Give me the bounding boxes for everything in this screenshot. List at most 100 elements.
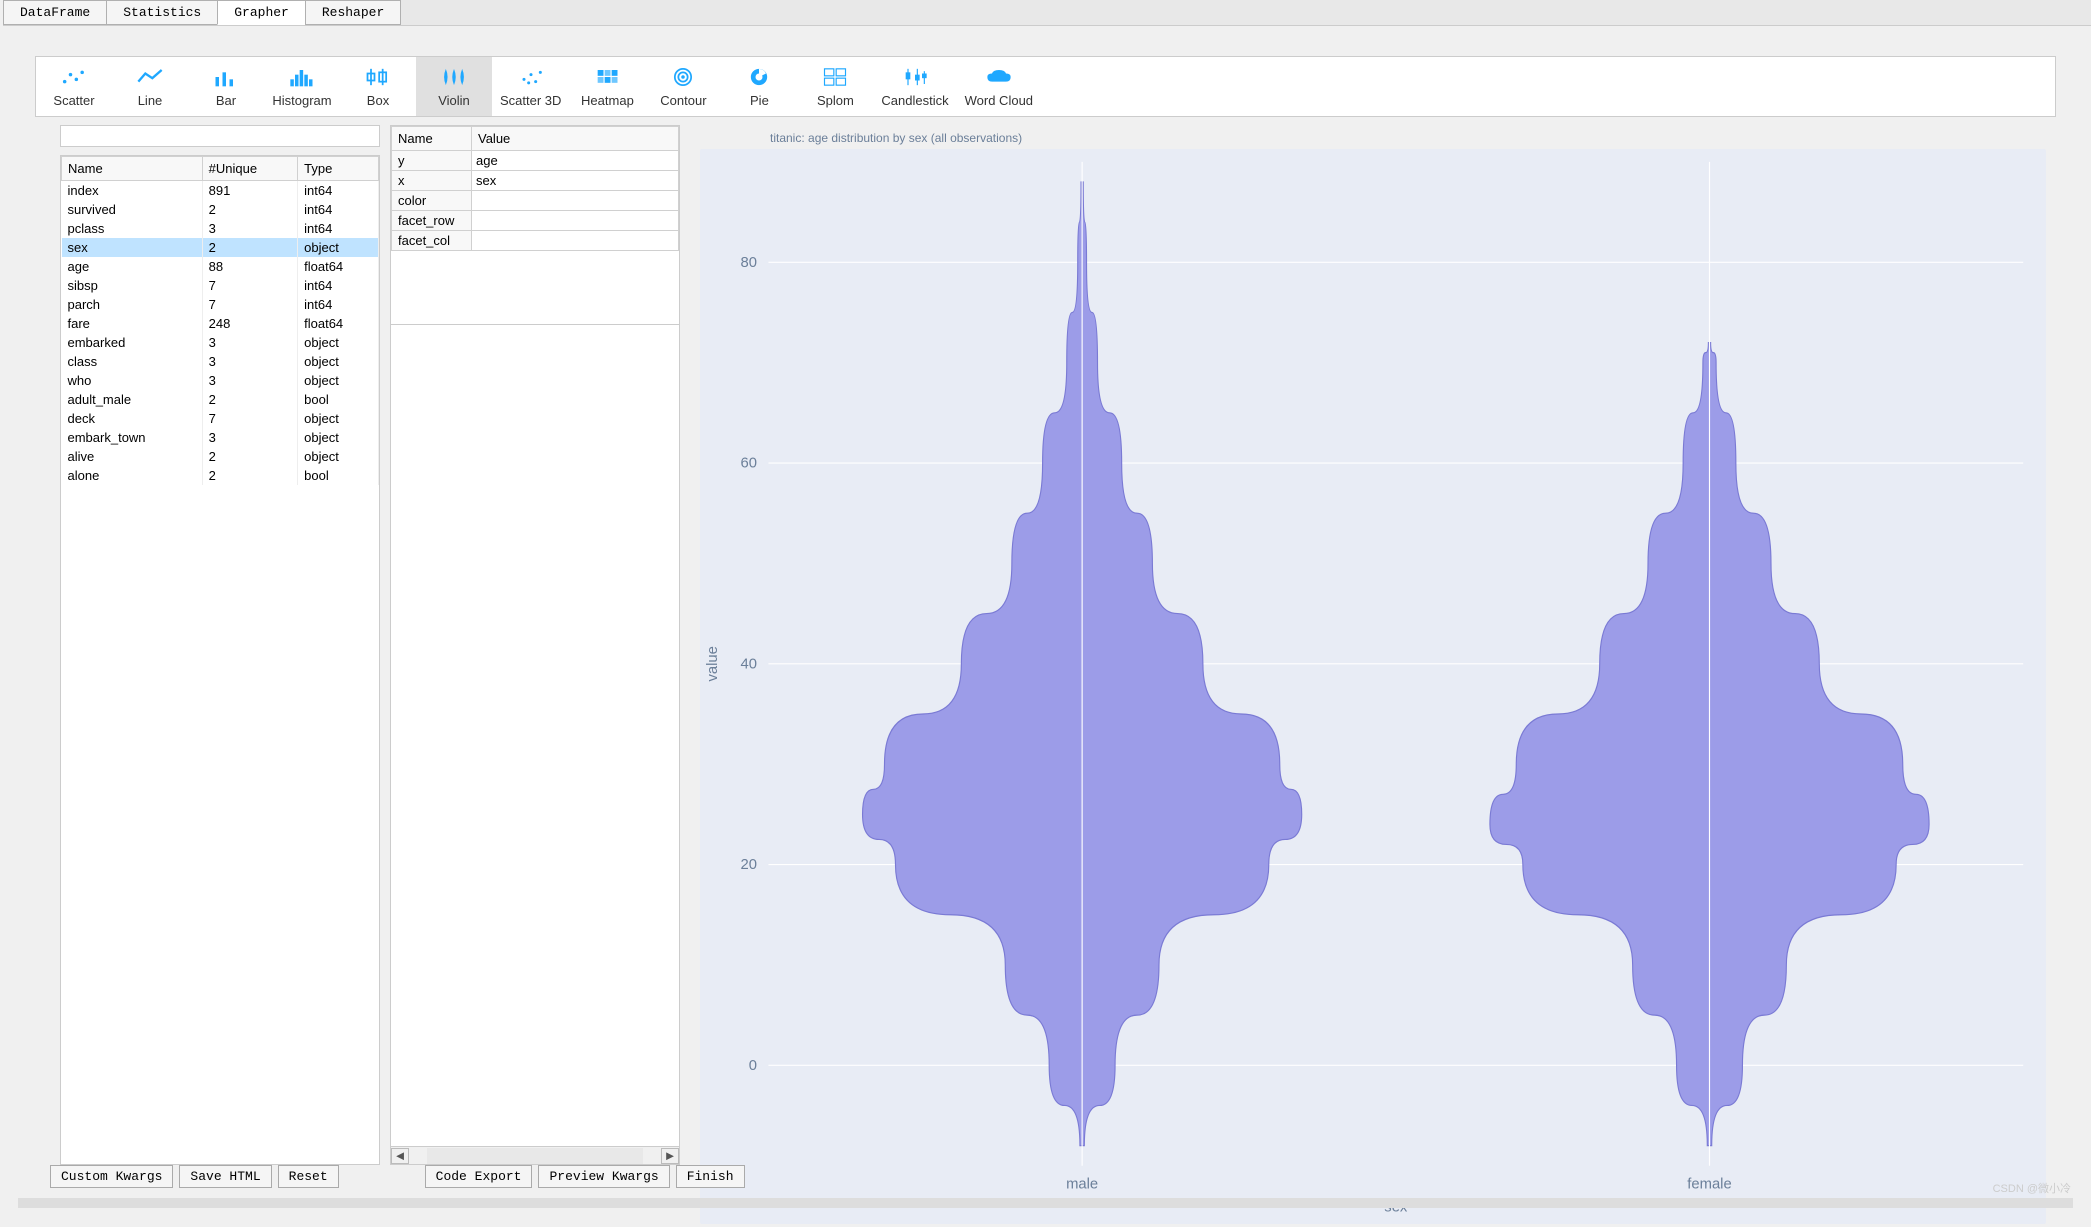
param-name-cell: facet_col: [392, 231, 472, 251]
column-search-input[interactable]: [60, 125, 380, 147]
column-cell: class: [62, 352, 203, 371]
main-tabs-bar: DataFrameStatisticsGrapherReshaper: [3, 0, 2091, 26]
custom-kwargs-button[interactable]: Custom Kwargs: [50, 1165, 173, 1188]
param-row-x: x: [392, 171, 679, 191]
column-cell: sibsp: [62, 276, 203, 295]
window-bottom-scrollbar[interactable]: [18, 1198, 2073, 1208]
chart-type-label: Pie: [750, 93, 769, 108]
param-row-color: color: [392, 191, 679, 211]
chart-type-bar[interactable]: Bar: [188, 57, 264, 116]
heatmap-icon: [587, 65, 627, 89]
column-header[interactable]: #Unique: [202, 157, 297, 181]
code-export-button[interactable]: Code Export: [425, 1165, 533, 1188]
column-cell: int64: [298, 200, 379, 219]
chart-type-histogram[interactable]: Histogram: [264, 57, 340, 116]
column-row-survived[interactable]: survived2int64: [62, 200, 379, 219]
violin-chart-svg: 020406080valuemalefemalesex: [700, 149, 2046, 1224]
column-cell: alone: [62, 466, 203, 485]
param-value-input-y[interactable]: [472, 151, 678, 170]
chart-type-pie[interactable]: Pie: [721, 57, 797, 116]
column-cell: object: [298, 409, 379, 428]
word-cloud-icon: [979, 65, 1019, 89]
column-row-adult_male[interactable]: adult_male2bool: [62, 390, 379, 409]
main-tab-statistics[interactable]: Statistics: [106, 0, 218, 25]
column-cell: 3: [202, 219, 297, 238]
chart-type-label: Contour: [660, 93, 706, 108]
main-tab-dataframe[interactable]: DataFrame: [3, 0, 107, 25]
svg-text:value: value: [705, 646, 721, 681]
chart-type-label: Line: [138, 93, 163, 108]
column-cell: fare: [62, 314, 203, 333]
column-cell: 248: [202, 314, 297, 333]
column-cell: embarked: [62, 333, 203, 352]
svg-text:0: 0: [749, 1058, 757, 1074]
column-row-embark_town[interactable]: embark_town3object: [62, 428, 379, 447]
finish-button[interactable]: Finish: [676, 1165, 745, 1188]
chart-type-scatter-3d[interactable]: Scatter 3D: [492, 57, 569, 116]
column-row-alive[interactable]: alive2object: [62, 447, 379, 466]
column-header[interactable]: Name: [62, 157, 203, 181]
svg-text:80: 80: [741, 255, 757, 271]
param-name-cell: x: [392, 171, 472, 191]
column-row-embarked[interactable]: embarked3object: [62, 333, 379, 352]
param-row-facet_row: facet_row: [392, 211, 679, 231]
param-value-input-facet_row[interactable]: [472, 211, 678, 230]
param-value-input-facet_col[interactable]: [472, 231, 678, 250]
column-row-pclass[interactable]: pclass3int64: [62, 219, 379, 238]
column-row-who[interactable]: who3object: [62, 371, 379, 390]
column-cell: survived: [62, 200, 203, 219]
column-cell: 3: [202, 333, 297, 352]
column-row-sibsp[interactable]: sibsp7int64: [62, 276, 379, 295]
param-header: Value: [472, 127, 679, 151]
columns-table: Name#UniqueType index891int64survived2in…: [60, 155, 380, 1165]
chart-type-splom[interactable]: Splom: [797, 57, 873, 116]
param-row-y: y: [392, 151, 679, 171]
column-row-index[interactable]: index891int64: [62, 181, 379, 201]
chart-type-heatmap[interactable]: Heatmap: [569, 57, 645, 116]
column-row-class[interactable]: class3object: [62, 352, 379, 371]
column-row-age[interactable]: age88float64: [62, 257, 379, 276]
save-html-button[interactable]: Save HTML: [179, 1165, 271, 1188]
preview-kwargs-button[interactable]: Preview Kwargs: [538, 1165, 669, 1188]
column-row-deck[interactable]: deck7object: [62, 409, 379, 428]
column-header[interactable]: Type: [298, 157, 379, 181]
params-table: NameValue yxcolorfacet_rowfacet_col: [390, 125, 680, 325]
column-cell: 3: [202, 352, 297, 371]
column-cell: object: [298, 428, 379, 447]
column-cell: int64: [298, 181, 379, 201]
chart-type-scatter[interactable]: Scatter: [36, 57, 112, 116]
param-name-cell: color: [392, 191, 472, 211]
column-cell: 2: [202, 200, 297, 219]
column-row-parch[interactable]: parch7int64: [62, 295, 379, 314]
column-cell: object: [298, 371, 379, 390]
chart-type-label: Scatter 3D: [500, 93, 561, 108]
column-cell: int64: [298, 276, 379, 295]
main-tab-grapher[interactable]: Grapher: [217, 0, 306, 25]
column-cell: bool: [298, 466, 379, 485]
column-row-alone[interactable]: alone2bool: [62, 466, 379, 485]
chart-type-label: Histogram: [272, 93, 331, 108]
param-value-input-x[interactable]: [472, 171, 678, 190]
chart-type-label: Candlestick: [881, 93, 948, 108]
chart-type-violin[interactable]: Violin: [416, 57, 492, 116]
columns-panel: Name#UniqueType index891int64survived2in…: [60, 125, 380, 1165]
chart-type-contour[interactable]: Contour: [645, 57, 721, 116]
column-row-fare[interactable]: fare248float64: [62, 314, 379, 333]
pie-icon: [739, 65, 779, 89]
column-cell: 891: [202, 181, 297, 201]
chart-type-word-cloud[interactable]: Word Cloud: [957, 57, 1041, 116]
column-cell: 7: [202, 409, 297, 428]
column-cell: object: [298, 352, 379, 371]
chart-plot-area[interactable]: 020406080valuemalefemalesex: [700, 149, 2046, 1224]
reset-button[interactable]: Reset: [278, 1165, 339, 1188]
column-cell: who: [62, 371, 203, 390]
column-row-sex[interactable]: sex2object: [62, 238, 379, 257]
chart-type-candlestick[interactable]: Candlestick: [873, 57, 956, 116]
main-tab-reshaper[interactable]: Reshaper: [305, 0, 401, 25]
chart-type-line[interactable]: Line: [112, 57, 188, 116]
param-value-input-color[interactable]: [472, 191, 678, 210]
chart-type-box[interactable]: Box: [340, 57, 416, 116]
column-cell: float64: [298, 257, 379, 276]
param-name-cell: facet_row: [392, 211, 472, 231]
chart-type-label: Word Cloud: [965, 93, 1033, 108]
